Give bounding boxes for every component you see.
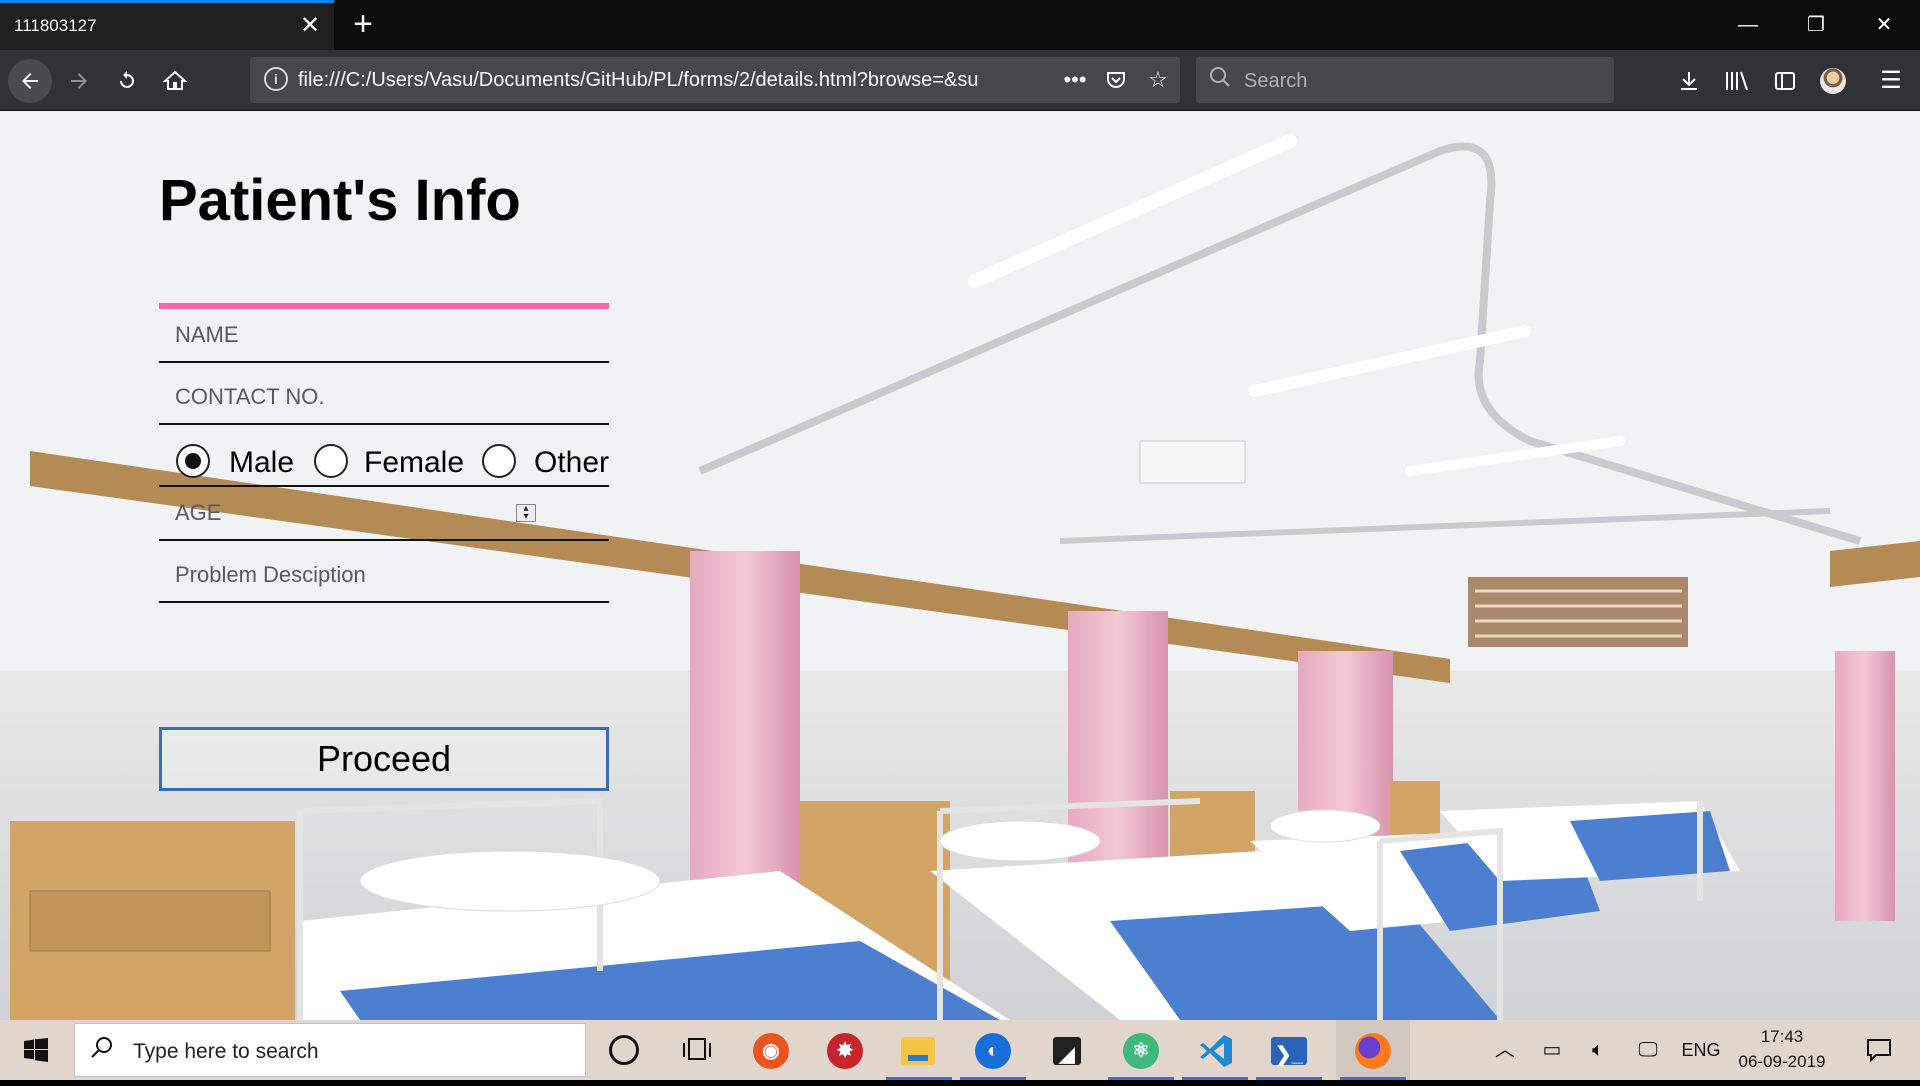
reload-icon [120, 71, 134, 88]
start-button[interactable] [0, 1020, 72, 1080]
taskbar-search-placeholder: Type here to search [133, 1040, 319, 1063]
radio-label-other: Other [534, 446, 610, 479]
site-info-icon[interactable]: i [264, 67, 288, 91]
ubuntu-icon[interactable]: ◉ [734, 1020, 808, 1080]
home-icon [162, 70, 188, 90]
network-icon[interactable]: 🖵︎ [1632, 1020, 1664, 1080]
contact-field [159, 371, 609, 425]
search-placeholder: Search [1244, 70, 1308, 92]
problem-field [159, 549, 609, 603]
powershell-icon[interactable]: ❯_ [1252, 1020, 1326, 1080]
windows-logo-icon [24, 1038, 48, 1062]
account-avatar[interactable] [1820, 68, 1846, 94]
minimize-button[interactable]: — [1718, 8, 1778, 42]
volume-icon[interactable]: 🔈︎ [1582, 1020, 1614, 1080]
back-button[interactable] [8, 59, 52, 103]
gender-radio-group: Male Female Other [159, 433, 609, 487]
action-center-icon[interactable] [1856, 1020, 1902, 1080]
restore-button[interactable]: ❐ [1786, 8, 1846, 42]
url-text[interactable]: file:///C:/Users/Vasu/Documents/GitHub/P… [298, 69, 1058, 92]
age-field: ▴▾ [159, 487, 609, 541]
clock-date[interactable]: 06-09-2019 [1730, 1052, 1834, 1072]
radio-female[interactable] [314, 444, 348, 478]
navigation-toolbar: i file:///C:/Users/Vasu/Documents/GitHub… [0, 50, 1920, 111]
firefox-dev-icon[interactable]: ◐ [956, 1020, 1030, 1080]
tab-strip: 111803127 ✕ + — ❐ ✕ [0, 0, 1920, 50]
search-bar[interactable]: Search [1196, 57, 1614, 103]
task-view-icon[interactable] [660, 1020, 734, 1080]
pocket-icon[interactable] [1101, 65, 1131, 95]
atom-icon[interactable]: ⚛ [1104, 1020, 1178, 1080]
new-tab-button[interactable]: + [348, 6, 378, 42]
page-content: Patient's Info Male Female Other ▴▾ Proc… [0, 111, 1920, 1020]
battery-icon[interactable]: ▭ [1536, 1020, 1568, 1080]
name-field [159, 309, 609, 363]
close-window-button[interactable]: ✕ [1854, 8, 1914, 42]
contact-input[interactable] [159, 371, 609, 423]
taskbar-search-box[interactable]: Type here to search [74, 1023, 586, 1077]
firefox-icon[interactable] [1336, 1020, 1410, 1080]
tab-close-icon[interactable]: ✕ [296, 12, 324, 40]
language-indicator[interactable]: ENG [1680, 1020, 1722, 1080]
cortana-icon[interactable] [586, 1020, 660, 1080]
radio-male[interactable] [176, 444, 210, 478]
clock-time[interactable]: 17:43 [1736, 1027, 1828, 1047]
page-title: Patient's Info [159, 168, 521, 233]
radio-label-male: Male [229, 446, 295, 479]
show-hidden-icons-chevron-icon[interactable]: ︿ [1490, 1020, 1520, 1080]
radio-label-female: Female [364, 446, 465, 479]
arrow-left-icon [22, 73, 38, 89]
page-actions-icon[interactable]: ••• [1060, 65, 1090, 95]
library-icon[interactable] [1718, 62, 1756, 100]
reload-button[interactable] [108, 62, 146, 100]
problem-description-input[interactable] [159, 549, 609, 601]
name-input[interactable] [159, 309, 609, 361]
bookmark-star-icon[interactable]: ☆ [1143, 65, 1173, 95]
sidebar-icon[interactable] [1766, 62, 1804, 100]
hamburger-menu-icon[interactable]: ☰ [1872, 62, 1910, 100]
arrow-right-icon [71, 73, 87, 89]
search-icon [1208, 65, 1232, 96]
sticky-notes-icon[interactable]: ◢ [1030, 1020, 1104, 1080]
vscode-icon[interactable] [1178, 1020, 1252, 1080]
file-explorer-icon[interactable]: ▬ [882, 1020, 956, 1080]
home-button[interactable] [156, 62, 194, 100]
proceed-button[interactable]: Proceed [159, 727, 609, 791]
downloads-icon[interactable] [1670, 62, 1708, 100]
age-spinner-icon[interactable]: ▴ ▾ [516, 504, 536, 522]
app-red-icon[interactable]: ✸ [808, 1020, 882, 1080]
radio-other[interactable] [482, 444, 516, 478]
search-icon [89, 1035, 115, 1068]
forward-button[interactable] [60, 62, 98, 100]
age-input[interactable] [159, 487, 609, 539]
tab-title: 111803127 [14, 16, 97, 35]
browser-tab[interactable]: 111803127 ✕ [0, 0, 334, 50]
url-bar[interactable]: i file:///C:/Users/Vasu/Documents/GitHub… [250, 57, 1180, 103]
taskbar: Type here to search ◉ ✸ ▬ ◐ ◢ ⚛ ❯_ ︿ ▭ 🔈… [0, 1020, 1920, 1080]
